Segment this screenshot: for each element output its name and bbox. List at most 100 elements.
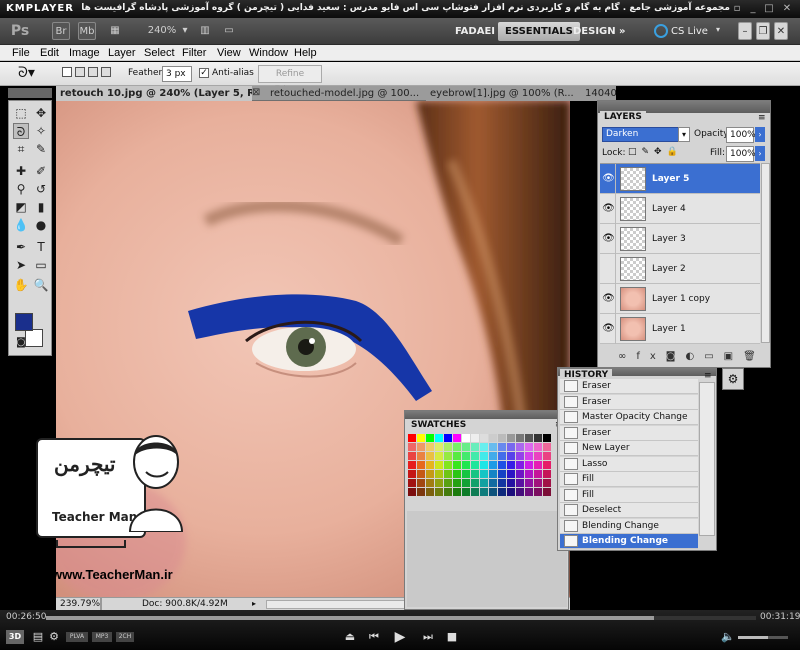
swatch[interactable] — [426, 470, 434, 478]
history-item[interactable]: Eraser — [560, 425, 698, 441]
swatch[interactable] — [534, 434, 542, 442]
quick-selection-tool-icon[interactable]: ✧ — [33, 123, 49, 139]
swatch[interactable] — [462, 461, 470, 469]
swatch[interactable] — [435, 479, 443, 487]
swatches-panel-header[interactable] — [405, 411, 568, 419]
swatch[interactable] — [453, 479, 461, 487]
maximize-icon[interactable]: □ — [762, 2, 776, 16]
swatch[interactable] — [435, 434, 443, 442]
swatch[interactable] — [498, 452, 506, 460]
dodge-tool-icon[interactable]: ● — [33, 217, 49, 233]
swatch[interactable] — [498, 470, 506, 478]
history-item[interactable]: Blending Change — [560, 518, 698, 534]
history-item[interactable]: Blending Change — [560, 534, 698, 549]
ps-close-icon[interactable]: ✕ — [774, 22, 788, 40]
swatch[interactable] — [543, 443, 551, 451]
swatch[interactable] — [462, 488, 470, 496]
swatch[interactable] — [534, 479, 542, 487]
status-zoom[interactable]: 239.79% — [60, 599, 100, 609]
blur-tool-icon[interactable]: 💧 — [13, 217, 29, 233]
eraser-tool-icon[interactable]: ◩ — [13, 199, 29, 215]
swatch[interactable] — [534, 461, 542, 469]
swatch[interactable] — [408, 434, 416, 442]
swatch[interactable] — [507, 461, 515, 469]
eyedropper-tool-icon[interactable]: ✎ — [33, 141, 49, 157]
healing-brush-tool-icon[interactable]: ✚ — [13, 163, 29, 179]
swatch[interactable] — [444, 479, 452, 487]
swatch[interactable] — [417, 461, 425, 469]
workspace-fadaei[interactable]: FADAEI — [448, 22, 502, 41]
arrange-documents-icon[interactable]: ▥ — [196, 22, 214, 40]
playlist-icon[interactable]: ▤ — [30, 630, 46, 644]
history-item[interactable]: Lasso — [560, 456, 698, 472]
eye-icon[interactable]: 👁 — [602, 164, 616, 194]
swatch[interactable] — [444, 434, 452, 442]
eye-icon[interactable]: 👁 — [602, 314, 616, 344]
swatch[interactable] — [435, 488, 443, 496]
layer-row[interactable]: 👁 Layer 5 — [600, 164, 760, 194]
swatch[interactable] — [480, 452, 488, 460]
swatch[interactable] — [507, 443, 515, 451]
menu-select[interactable]: Select — [144, 45, 175, 61]
swatch[interactable] — [417, 470, 425, 478]
swatch[interactable] — [543, 461, 551, 469]
swatch[interactable] — [489, 434, 497, 442]
swatch[interactable] — [543, 434, 551, 442]
swatch[interactable] — [408, 461, 416, 469]
layer-row[interactable]: Layer 2 — [600, 254, 760, 284]
swatch[interactable] — [453, 488, 461, 496]
badge-3d[interactable]: 3D — [6, 630, 24, 644]
cs-live-button[interactable]: CS Live — [664, 22, 715, 41]
tools-panel-header[interactable] — [8, 88, 52, 98]
swatch[interactable] — [453, 443, 461, 451]
type-tool-icon[interactable]: T — [33, 239, 49, 255]
swatch[interactable] — [516, 470, 524, 478]
subtract-selection-icon[interactable] — [88, 67, 98, 77]
play-icon[interactable]: ▶ — [392, 630, 408, 644]
next-icon[interactable]: ⏭ — [420, 630, 436, 644]
swatch[interactable] — [435, 470, 443, 478]
status-menu-icon[interactable]: ▸ — [252, 599, 256, 608]
hand-tool-icon[interactable]: ✋ — [13, 277, 29, 293]
panel-menu-icon[interactable]: ≡ — [758, 113, 766, 123]
swatch[interactable] — [507, 479, 515, 487]
opacity-slider-button[interactable]: › — [755, 127, 765, 142]
swatch[interactable] — [516, 488, 524, 496]
menu-layer[interactable]: Layer — [108, 45, 136, 61]
swatch[interactable] — [417, 479, 425, 487]
zoom-tool-icon[interactable]: 🔍 — [33, 277, 49, 293]
history-item[interactable]: Eraser — [560, 379, 698, 394]
view-extras-icon[interactable]: ▦ — [106, 22, 124, 40]
tab-1404036[interactable]: 1404036_f520[1].jpg @ 100... — [581, 86, 616, 101]
swatch[interactable] — [498, 488, 506, 496]
history-item[interactable]: Deselect — [560, 503, 698, 518]
swatch[interactable] — [426, 488, 434, 496]
swatch[interactable] — [498, 443, 506, 451]
swatch[interactable] — [444, 461, 452, 469]
history-scrollbar[interactable] — [699, 382, 715, 536]
history-brush-tool-icon[interactable]: ↺ — [33, 181, 49, 197]
bridge-button[interactable]: Br — [52, 22, 70, 40]
layer-row[interactable]: 👁 Layer 1 — [600, 314, 760, 344]
swatch[interactable] — [426, 479, 434, 487]
collapsed-panel-icon[interactable]: ⚙ — [722, 368, 744, 390]
swatch[interactable] — [525, 479, 533, 487]
swatch[interactable] — [462, 479, 470, 487]
history-item[interactable]: Eraser — [560, 394, 698, 410]
close-tab-icon[interactable]: ⊠ — [252, 87, 260, 98]
layer-row[interactable]: 👁 Layer 4 — [600, 194, 760, 224]
history-item[interactable]: Master Opacity Change — [560, 410, 698, 425]
layer-actions-icons[interactable]: ∞fx◙◐▭▣🗑 — [618, 351, 766, 362]
minibridge-button[interactable]: Mb — [78, 22, 96, 40]
swatch[interactable] — [408, 470, 416, 478]
swatch[interactable] — [489, 452, 497, 460]
swatch[interactable] — [444, 488, 452, 496]
swatch[interactable] — [534, 443, 542, 451]
path-selection-tool-icon[interactable]: ➤ — [13, 257, 29, 273]
swatch[interactable] — [489, 443, 497, 451]
refine-edge-button[interactable]: Refine Edge... — [258, 65, 322, 95]
swatch[interactable] — [489, 488, 497, 496]
swatch[interactable] — [471, 470, 479, 478]
swatch[interactable] — [525, 452, 533, 460]
swatch[interactable] — [417, 452, 425, 460]
